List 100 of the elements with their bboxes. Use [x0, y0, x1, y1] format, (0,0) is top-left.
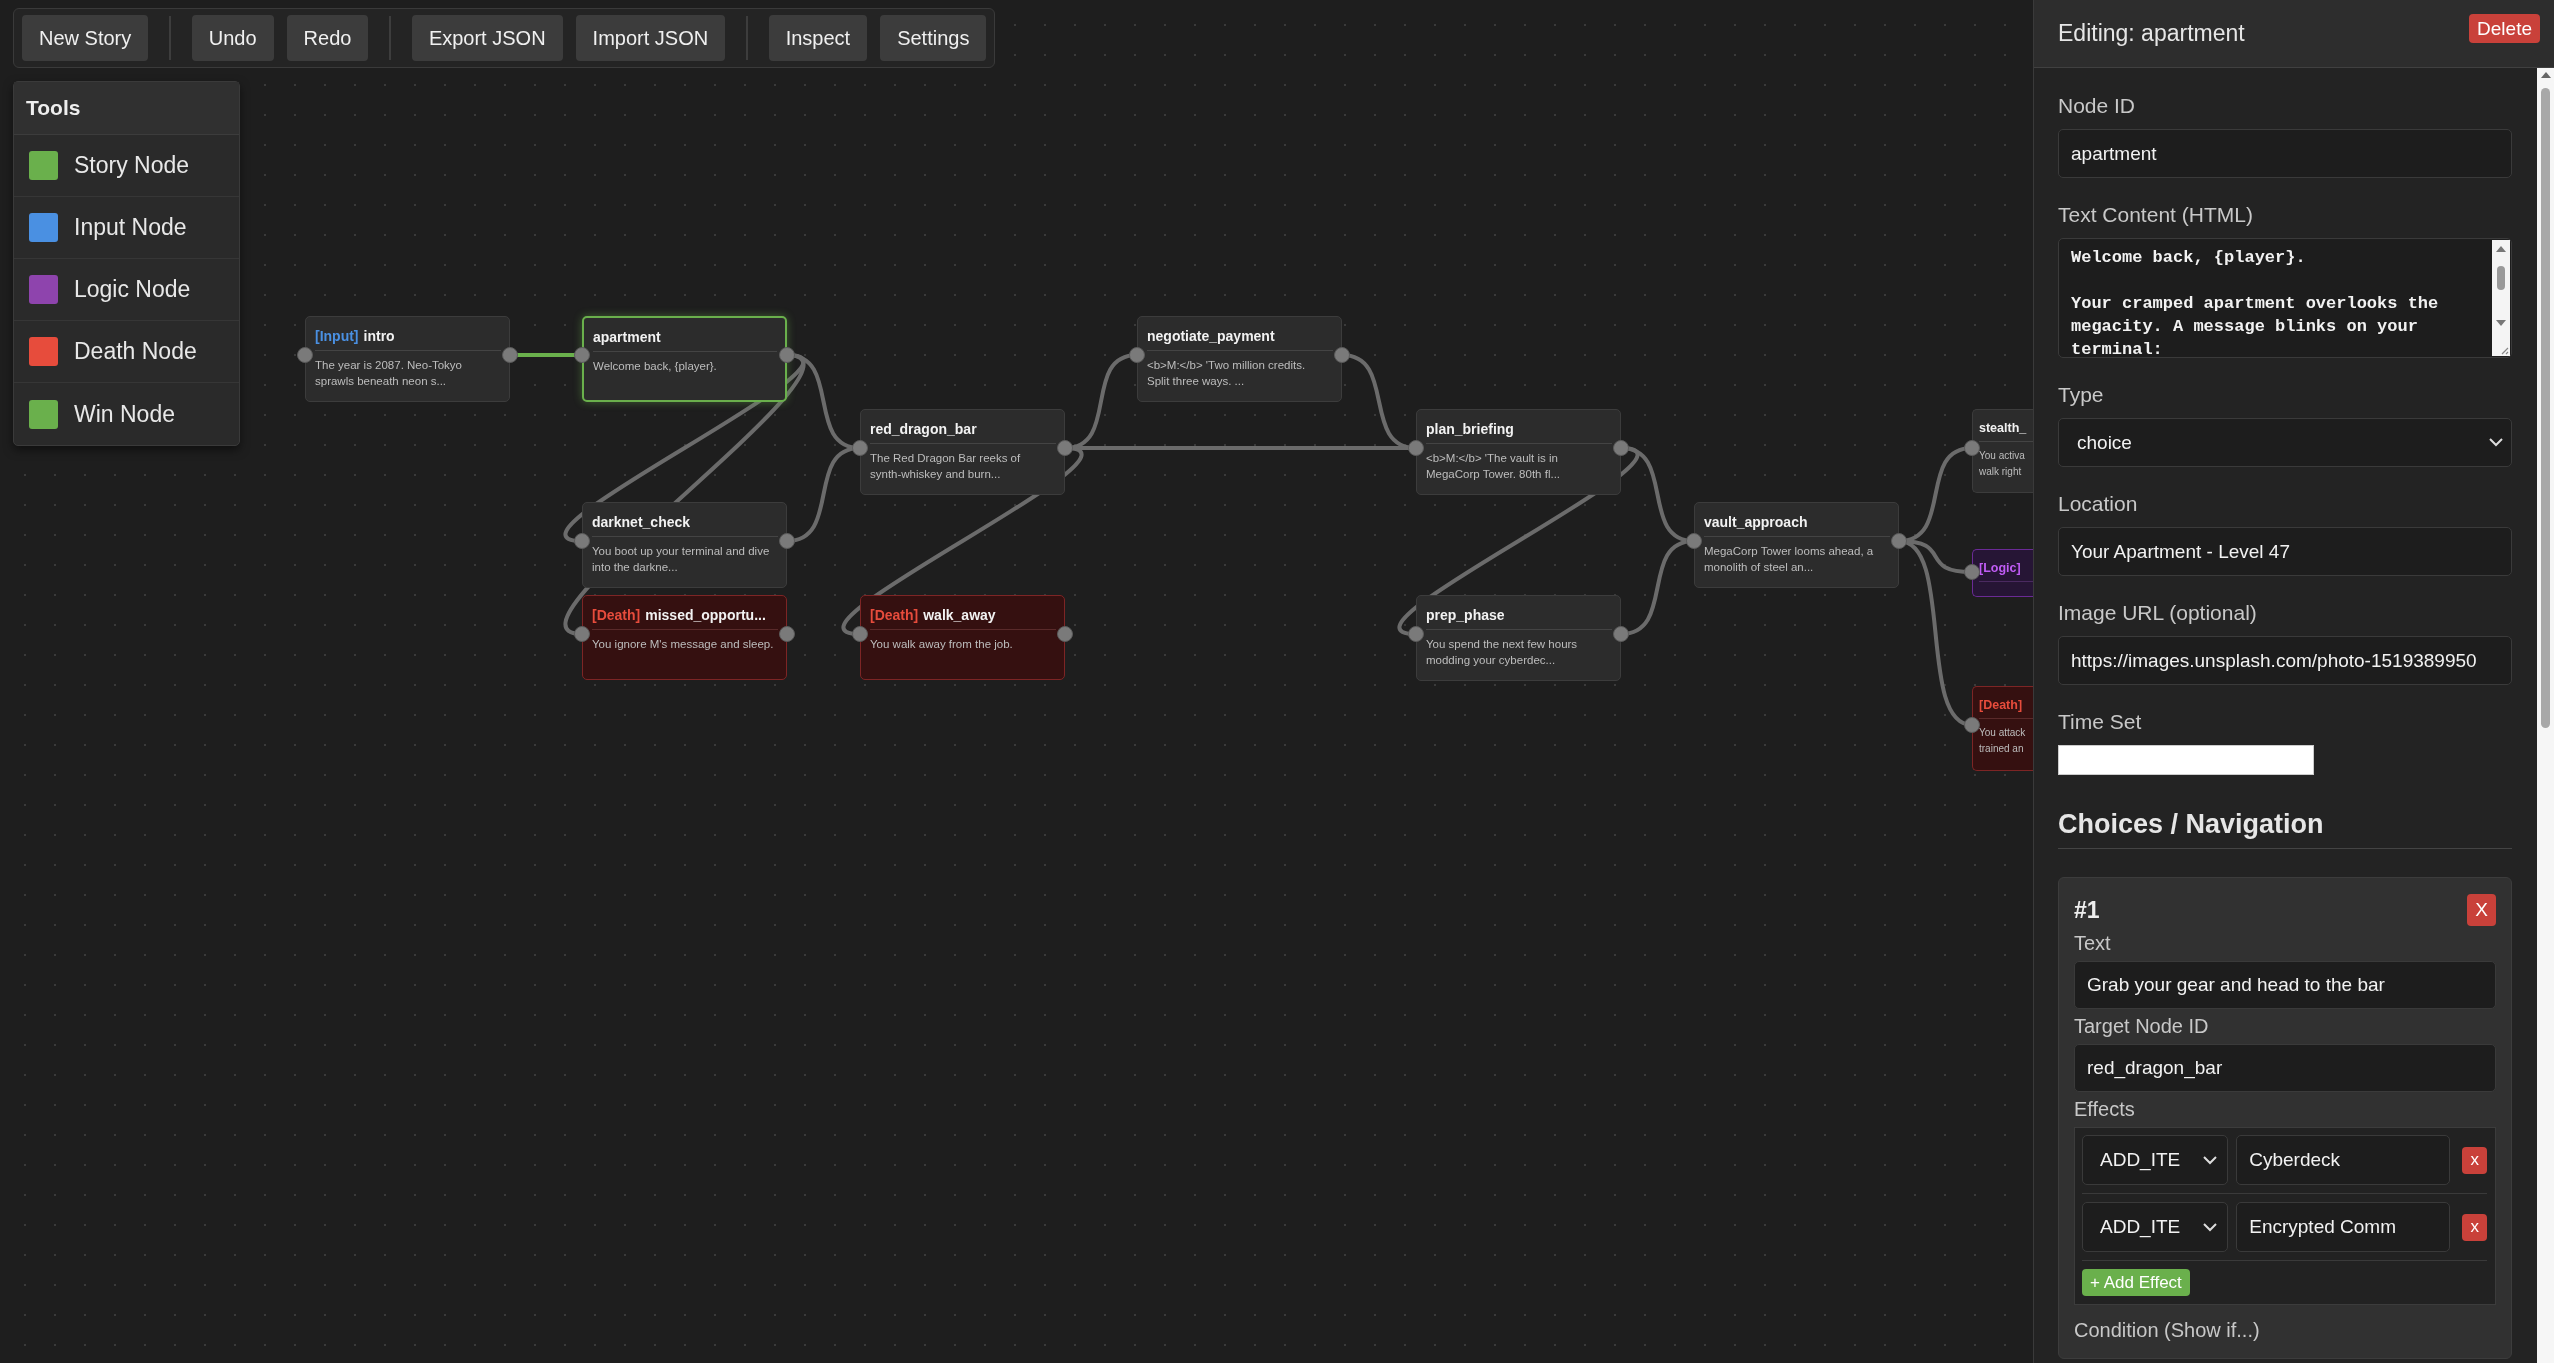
field-label: Node ID	[2058, 94, 2137, 118]
node-title: walk_away	[923, 607, 996, 623]
story-node[interactable]: vault_approach MegaCorp Tower looms ahead, a monolith of steel an...	[1694, 502, 1899, 588]
toolbar-button[interactable]: Redo	[286, 15, 369, 61]
field-label: Text Content (HTML)	[2058, 203, 2254, 227]
input-field[interactable]: https://images.unsplash.com/photo-1519389950	[2058, 636, 2512, 685]
story-node[interactable]: [Death] You attack trained an	[1972, 686, 2033, 771]
port-handle[interactable]	[779, 626, 795, 642]
port-handle[interactable]	[1408, 626, 1424, 642]
chevron-icon	[2203, 1155, 2218, 1165]
port-handle[interactable]	[1129, 347, 1145, 363]
port-handle[interactable]	[1408, 440, 1424, 456]
input-field[interactable]: red_dragon_bar	[2074, 1044, 2496, 1092]
story-node[interactable]: [Death] missed_opportu... You ignore M's message and sleep.	[582, 595, 787, 680]
story-node[interactable]: red_dragon_bar The Red Dragon Bar reeks of synth-whiskey and burn...	[860, 409, 1065, 495]
tool-item[interactable]: Win Node	[14, 383, 239, 445]
port-handle[interactable]	[502, 347, 518, 363]
port-handle[interactable]	[779, 533, 795, 549]
effect-type-dropdown[interactable]: ADD_ITE	[2082, 1135, 2229, 1185]
port-handle[interactable]	[1613, 626, 1629, 642]
story-node[interactable]: [Input] intro The year is 2087. Neo-Tokyo sprawls beneath neon s...	[305, 316, 510, 402]
story-node[interactable]: negotiate_payment <b>M:</b> 'Two million credits. Split three ways. ...	[1137, 316, 1342, 402]
delete-button[interactable]: Delete	[2469, 14, 2540, 43]
port-handle[interactable]	[852, 626, 868, 642]
node-title: prep_phase	[1426, 607, 1505, 623]
effect-type-dropdown[interactable]: ADD_ITE	[2082, 1202, 2229, 1252]
node-preview: You attack trained an	[1979, 726, 2027, 756]
story-node[interactable]: plan_briefing <b>M:</b> 'The vault is in MegaCorp Tower. 80th fl...	[1416, 409, 1621, 495]
tool-label: Story Node	[74, 152, 190, 179]
node-preview: <b>M:</b> 'The vault is in MegaCorp Tower. 80th fl...	[1426, 451, 1562, 482]
node-type-label: [Death]	[592, 607, 641, 623]
node-type-label: [Death]	[1979, 698, 2023, 712]
field-label: Target Node ID	[2074, 1015, 2210, 1038]
node-type-label: [Logic]	[1979, 561, 2021, 575]
text-area-field[interactable]: Welcome back, {player}. Your cramped apartment overlooks the megacity. A message blinks on your terminal:	[2058, 238, 2512, 358]
node-preview: You spend the next few hours modding your cyberdec...	[1426, 637, 1579, 668]
story-node[interactable]: apartment Welcome back, {player}.	[582, 316, 787, 402]
field-label: Condition (Show if...)	[2074, 1319, 2261, 1342]
port-handle[interactable]	[852, 440, 868, 456]
input-field[interactable]: Your Apartment - Level 47	[2058, 527, 2512, 576]
tools-title: Tools	[14, 82, 239, 135]
input-field[interactable]: Grab your gear and head to the bar	[2074, 961, 2496, 1009]
node-title: negotiate_payment	[1147, 328, 1275, 344]
input-field[interactable]: apartment	[2058, 129, 2512, 178]
tool-item[interactable]: Story Node	[14, 135, 239, 197]
port-handle[interactable]	[574, 626, 590, 642]
story-node[interactable]: [Death] walk_away You walk away from the job.	[860, 595, 1065, 680]
field-label: Time Set	[2058, 710, 2143, 734]
panel-title: Editing: apartment	[2058, 20, 2245, 47]
toolbar-button[interactable]: Export JSON	[411, 15, 563, 61]
story-node[interactable]: prep_phase You spend the next few hours modding your cyberdec...	[1416, 595, 1621, 681]
field-label: Image URL (optional)	[2058, 601, 2258, 625]
port-handle[interactable]	[1613, 440, 1629, 456]
node-title: red_dragon_bar	[870, 421, 977, 437]
node-preview: The Red Dragon Bar reeks of synth-whiskey and burn...	[870, 451, 1022, 482]
input-field[interactable]: Cyberdeck	[2236, 1135, 2451, 1185]
port-handle[interactable]	[574, 533, 590, 549]
node-title: missed_opportu...	[645, 607, 766, 623]
scrollbar-drawing[interactable]	[2492, 240, 2510, 356]
node-preview: Welcome back, {player}.	[593, 359, 718, 374]
tool-item[interactable]: Death Node	[14, 321, 239, 383]
story-node[interactable]: stealth_ You activa walk right	[1972, 409, 2033, 493]
story-node[interactable]: darknet_check You boot up your terminal and dive into the darkne...	[582, 502, 787, 588]
node-title: vault_approach	[1704, 514, 1808, 530]
tool-item[interactable]: Logic Node	[14, 259, 239, 321]
port-handle[interactable]	[1891, 533, 1907, 549]
port-handle[interactable]	[574, 347, 590, 363]
toolbar-button[interactable]: Inspect	[768, 15, 868, 61]
node-preview: You walk away from the job.	[870, 637, 1014, 652]
port-handle[interactable]	[1057, 626, 1073, 642]
toolbar-button[interactable]: Import JSON	[575, 15, 726, 61]
tool-item[interactable]: Input Node	[14, 197, 239, 259]
tool-label: Input Node	[74, 214, 187, 241]
story-node[interactable]: [Logic]	[1972, 549, 2033, 597]
port-handle[interactable]	[1964, 564, 1980, 580]
tool-label: Logic Node	[74, 276, 191, 303]
port-handle[interactable]	[1964, 440, 1980, 456]
chevron-icon	[2203, 1222, 2218, 1232]
node-preview: You boot up your terminal and dive into the darkne...	[592, 544, 771, 575]
time-input[interactable]	[2058, 745, 2314, 775]
field-label: Location	[2058, 492, 2139, 516]
port-handle[interactable]	[1686, 533, 1702, 549]
type-dropdown[interactable]: choice	[2058, 418, 2512, 467]
port-handle[interactable]	[1964, 717, 1980, 733]
port-handle[interactable]	[297, 347, 313, 363]
toolbar-button[interactable]: New Story	[22, 15, 149, 61]
chevron-icon	[2489, 438, 2503, 447]
toolbar-button[interactable]: Settings	[880, 15, 987, 61]
toolbar-button[interactable]: Undo	[191, 15, 274, 61]
section-heading: Choices / Navigation	[2058, 809, 2512, 849]
input-field[interactable]: Encrypted Comm	[2236, 1202, 2451, 1252]
remove-effect-button[interactable]: x	[2462, 1213, 2487, 1241]
remove-effect-button[interactable]: x	[2462, 1146, 2487, 1174]
port-handle[interactable]	[779, 347, 795, 363]
node-title: stealth_	[1979, 421, 2027, 435]
port-handle[interactable]	[1334, 347, 1350, 363]
port-handle[interactable]	[1057, 440, 1073, 456]
scrollbar-drawing[interactable]	[2537, 68, 2554, 1363]
node-title: intro	[363, 328, 395, 344]
remove-choice-button[interactable]: X	[2467, 894, 2496, 926]
